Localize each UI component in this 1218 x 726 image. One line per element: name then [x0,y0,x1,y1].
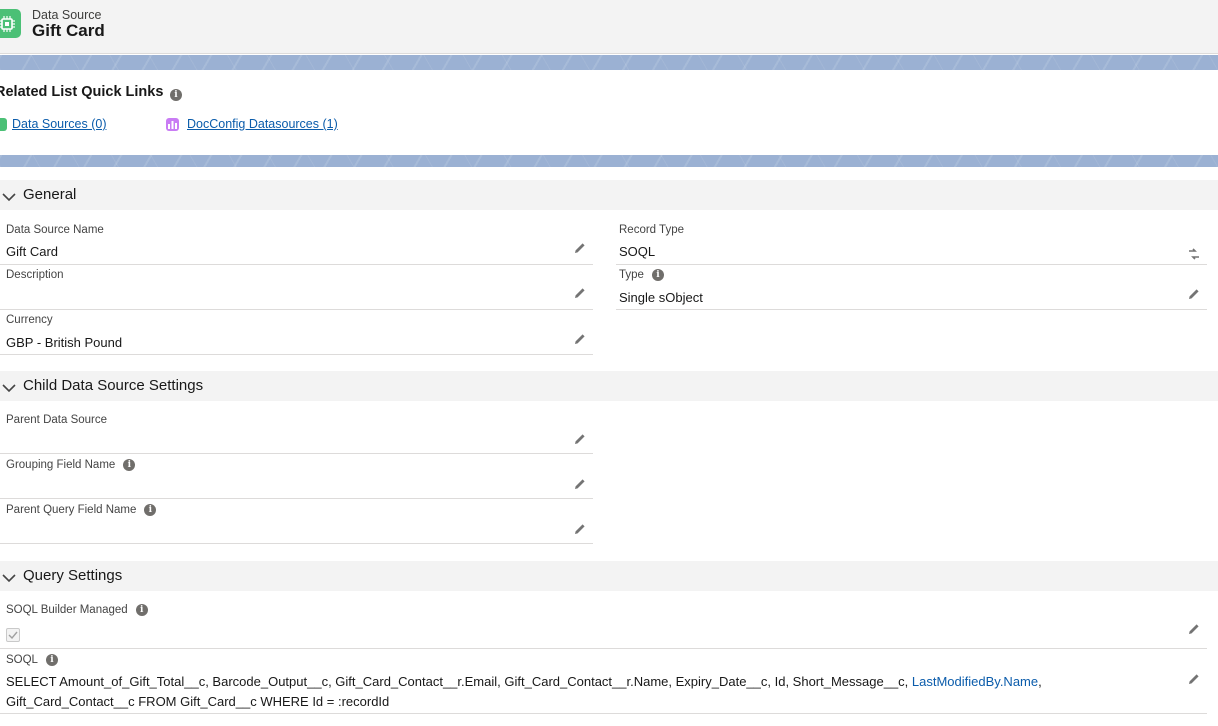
soql-lastmodifiedby-link[interactable]: LastModifiedBy.Name [912,674,1038,689]
field-soql-builder-managed: SOQL Builder Managed i [0,599,1207,649]
chevron-down-icon [2,570,16,588]
field-value: SOQL [619,244,656,259]
info-icon[interactable]: i [651,269,664,281]
section-child-data-source-settings[interactable]: Child Data Source Settings [0,371,1218,401]
quick-links-title: Related List Quick Links [0,84,164,100]
related-list-quick-links: Related List Quick Links i Data Sources … [0,70,1218,155]
field-label: Data Source Name [6,224,104,236]
field-label: Parent Data Source [6,414,108,426]
section-title: Query Settings [23,567,123,584]
info-icon[interactable]: i [123,459,136,471]
pencil-icon[interactable] [573,332,587,346]
docconfig-icon [166,118,179,131]
field-label: Record Type [619,224,684,236]
field-label: SOQL Builder Managed [6,604,128,616]
pencil-icon[interactable] [1187,622,1201,636]
field-label: Parent Query Field Name [6,504,137,516]
object-type-label: Data Source [32,8,102,22]
soql-builder-managed-checkbox [6,628,20,642]
field-label: SOQL [6,654,38,666]
chevron-down-icon [2,380,16,398]
field-soql: SOQL i SELECT Amount_of_Gift_Total__c, B… [0,650,1207,714]
pencil-icon[interactable] [1187,672,1201,686]
record-title: Gift Card [32,21,105,40]
field-parent-data-source: Parent Data Source [0,409,593,454]
field-currency: Currency GBP - British Pound [0,310,593,355]
pencil-icon[interactable] [573,477,587,491]
field-label: Description [6,269,64,281]
chip-icon [0,9,21,38]
record-header: Data Source Gift Card [0,0,1218,54]
pencil-icon[interactable] [573,522,587,536]
info-icon[interactable]: i [45,654,58,666]
field-record-type: Record Type SOQL [616,220,1207,265]
decorative-band [0,155,1218,167]
pencil-icon[interactable] [573,432,587,446]
data-source-icon [0,118,7,131]
field-value: Single sObject [619,290,703,305]
quick-link-docconfig-datasources[interactable]: DocConfig Datasources (1) [187,117,338,131]
change-record-type-icon[interactable] [1187,247,1201,261]
field-label: Type [619,269,644,281]
chevron-down-icon [2,189,16,207]
quick-link-data-sources[interactable]: Data Sources (0) [12,117,106,131]
soql-text: SELECT Amount_of_Gift_Total__c, Barcode_… [6,674,912,689]
pencil-icon[interactable] [573,241,587,255]
field-label: Currency [6,314,53,326]
pencil-icon[interactable] [573,286,587,300]
field-value: Gift Card [6,244,59,259]
decorative-band [0,55,1218,70]
info-icon[interactable]: i [135,604,148,616]
soql-query-text: SELECT Amount_of_Gift_Total__c, Barcode_… [6,672,1166,712]
section-general[interactable]: General [0,180,1218,210]
section-title: Child Data Source Settings [23,377,204,394]
field-parent-query-field-name: Parent Query Field Name i [0,499,593,544]
section-query-settings[interactable]: Query Settings [0,561,1218,591]
pencil-icon[interactable] [1187,287,1201,301]
info-icon[interactable]: i [170,89,182,101]
field-value: GBP - British Pound [6,335,123,350]
field-type: Type i Single sObject [616,265,1207,310]
field-label: Grouping Field Name [6,459,116,471]
section-title: General [23,186,77,203]
info-icon[interactable]: i [144,504,157,516]
field-grouping-field-name: Grouping Field Name i [0,454,593,499]
field-data-source-name: Data Source Name Gift Card [0,220,593,265]
field-description: Description [0,265,593,310]
